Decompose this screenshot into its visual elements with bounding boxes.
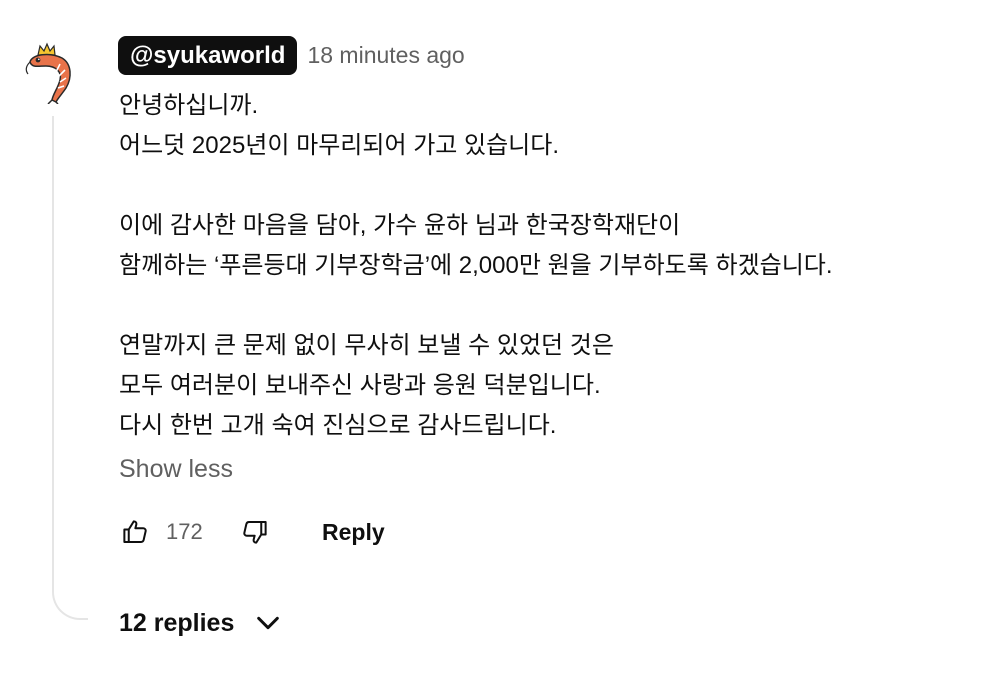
shrimp-avatar-icon	[25, 42, 71, 105]
thumbs-down-icon	[243, 521, 267, 544]
replies-count-label: 12 replies	[119, 608, 235, 637]
comment-line: 안녕하십니까.	[119, 92, 259, 119]
like-button[interactable]	[118, 515, 152, 549]
comment-line: 함께하는 ‘푸른등대 기부장학금’에 2,000만 원을 기부하도록 하겠습니다…	[119, 252, 833, 279]
author-avatar[interactable]	[22, 40, 82, 105]
dislike-button[interactable]	[238, 515, 272, 549]
comment-line: 연말까지 큰 문제 없이 무사히 보낼 수 있었던 것은	[119, 332, 614, 359]
thumbs-up-icon	[123, 520, 147, 543]
comment-line: 모두 여러분이 보내주신 사랑과 응원 덕분입니다.	[119, 372, 601, 399]
thread-connector-line	[52, 116, 88, 620]
show-less-button[interactable]: Show less	[119, 455, 233, 484]
author-name-badge[interactable]: @syukaworld	[118, 36, 298, 75]
comment-line: 이에 감사한 마음을 담아, 가수 윤하 님과 한국장학재단이	[119, 212, 681, 239]
reply-button[interactable]: Reply	[322, 519, 385, 546]
comment-body: 안녕하십니까. 어느덧 2025년이 마무리되어 가고 있습니다. 이에 감사한…	[119, 86, 959, 446]
chevron-down-icon	[252, 607, 284, 639]
comment-action-bar: 172 Reply	[118, 510, 385, 554]
comment-header: @syukaworld 18 minutes ago	[118, 36, 465, 75]
view-replies-button[interactable]: 12 replies	[119, 603, 284, 643]
comment-thread: @syukaworld 18 minutes ago 안녕하십니까. 어느덧 2…	[0, 0, 992, 684]
like-count: 172	[166, 519, 203, 544]
comment-line: 다시 한번 고개 숙여 진심으로 감사드립니다.	[119, 412, 557, 439]
comment-timestamp[interactable]: 18 minutes ago	[307, 42, 464, 69]
comment-line: 어느덧 2025년이 마무리되어 가고 있습니다.	[119, 132, 560, 159]
